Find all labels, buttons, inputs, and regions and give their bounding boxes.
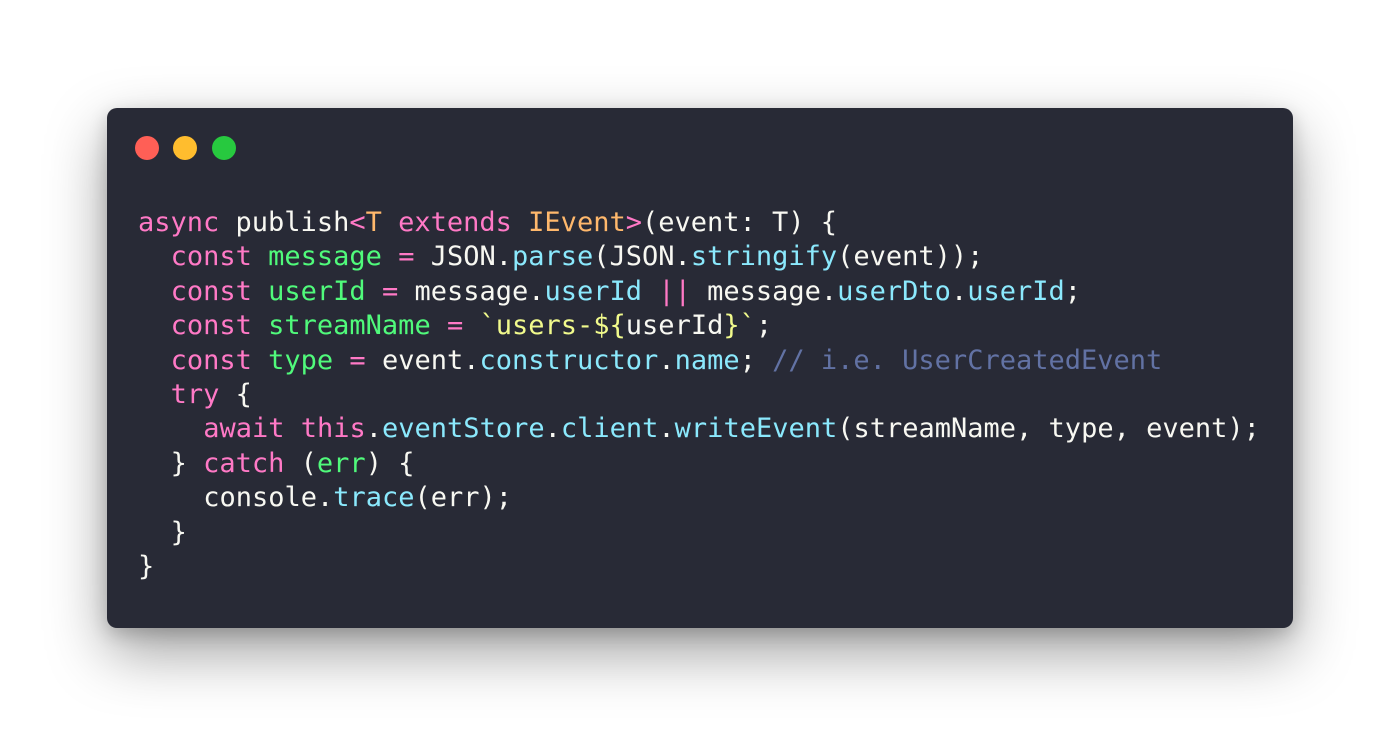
code-token: (JSON. — [593, 241, 691, 273]
code-token: . — [658, 413, 675, 445]
code-token: const — [170, 310, 252, 342]
code-line: const message = JSON.parse(JSON.stringif… — [138, 240, 1260, 274]
code-token: . — [544, 413, 561, 445]
code-line: const streamName = `users-${userId}`; — [138, 309, 1260, 343]
code-token: } — [170, 516, 187, 548]
code-token: ( — [284, 447, 317, 479]
code-token: userId — [625, 310, 724, 342]
code-line: const type = event.constructor.name; // … — [138, 344, 1260, 378]
code-token: > — [625, 207, 642, 238]
zoom-window-button[interactable] — [212, 136, 236, 160]
code-token: `users- — [479, 310, 594, 342]
code-token: trace — [333, 482, 415, 514]
code-token: await — [203, 413, 285, 445]
code-line: try { — [138, 378, 1260, 412]
code-token: userId — [544, 275, 643, 307]
code-token: extends — [381, 207, 529, 238]
code-token: ) { — [365, 447, 415, 479]
code-token: constructor — [479, 344, 659, 376]
code-token: message. — [707, 275, 838, 307]
close-window-button[interactable] — [135, 136, 159, 160]
code-token: . — [658, 344, 675, 376]
code-token: try — [170, 378, 220, 410]
code-line: await this.eventStore.client.writeEvent(… — [138, 412, 1260, 446]
code-token: client — [560, 413, 659, 445]
code-line: async publish<T extends IEvent>(event: T… — [138, 206, 1260, 240]
code-token: const — [170, 241, 252, 273]
code-token: ` — [739, 310, 756, 342]
code-token: (event)); — [837, 241, 984, 273]
code-token: T — [365, 207, 382, 238]
code-token: stringify — [690, 241, 838, 273]
code-token: = — [430, 310, 480, 342]
code-token: const — [170, 275, 252, 307]
code-token: = — [333, 344, 382, 376]
code-token: JSON. — [430, 241, 512, 273]
code-token: userDto — [837, 275, 951, 307]
code-token: console. — [203, 482, 334, 514]
code-token: || — [642, 275, 708, 307]
code-token: publish — [219, 207, 350, 238]
code-token: eventStore — [382, 413, 545, 445]
code-token: ${ — [593, 310, 626, 342]
code-token: writeEvent — [674, 413, 838, 445]
code-token: catch — [203, 447, 285, 479]
code-window: async publish<T extends IEvent>(event: T… — [107, 108, 1293, 628]
code-token: const — [170, 344, 252, 376]
code-line: } catch (err) { — [138, 447, 1260, 481]
code-token: } — [723, 310, 740, 342]
code-token: { — [219, 378, 252, 410]
code-token: async — [138, 207, 220, 238]
code-token: message — [268, 241, 382, 273]
code-line: const userId = message.userId || message… — [138, 275, 1260, 309]
code-token: event. — [381, 344, 480, 376]
code-token: (event: T) { — [641, 207, 838, 238]
code-token: message. — [414, 275, 545, 307]
code-token: ; — [739, 344, 773, 376]
code-line: console.trace(err); — [138, 481, 1260, 515]
code-block: async publish<T extends IEvent>(event: T… — [138, 206, 1260, 584]
code-token: userId — [967, 275, 1065, 307]
code-token: ; — [1064, 275, 1082, 307]
code-token: . — [365, 413, 383, 445]
code-token: IEvent — [528, 207, 626, 238]
minimize-window-button[interactable] — [173, 136, 197, 160]
code-token: } — [138, 550, 155, 582]
code-comment: // i.e. UserCreatedEvent — [772, 344, 1163, 376]
code-token: streamName — [268, 310, 431, 342]
code-token: < — [349, 207, 366, 238]
code-token: type — [268, 344, 334, 376]
code-token: this — [300, 413, 366, 445]
code-token: err — [316, 447, 366, 479]
code-token: . — [950, 275, 968, 307]
code-token: ; — [755, 310, 773, 342]
code-token: } — [170, 447, 204, 479]
code-token: = — [365, 275, 415, 307]
code-token: = — [381, 241, 431, 273]
code-line: } — [138, 550, 1260, 584]
code-token: (streamName, type, event); — [837, 413, 1260, 445]
code-token: name — [674, 344, 740, 376]
code-token: parse — [512, 241, 594, 273]
code-line: } — [138, 516, 1260, 550]
code-token: userId — [268, 275, 366, 307]
code-token: (err); — [414, 482, 513, 514]
